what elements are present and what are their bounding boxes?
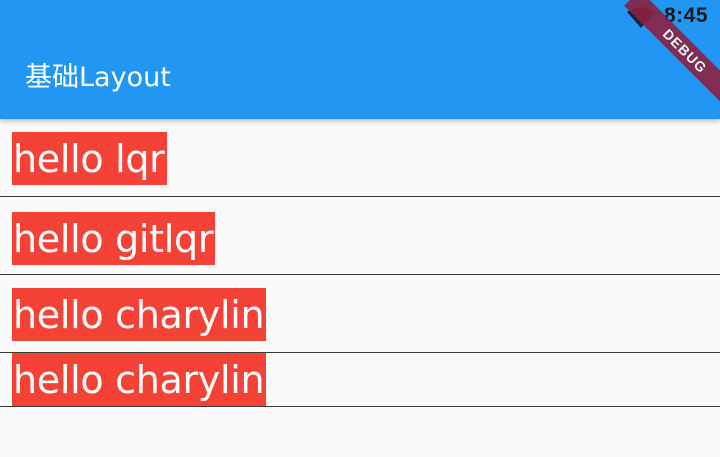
page-title: 基础Layout (25, 62, 171, 93)
debug-banner-label: DEBUG (624, 0, 720, 112)
list-item-label: hello charylin (12, 288, 267, 341)
list-item: hello lqr (0, 119, 720, 197)
list-item-label: hello lqr (12, 132, 167, 185)
debug-banner: DEBUG (600, 0, 720, 120)
list-item: hello gitlqr (0, 197, 720, 275)
list-item: hello charylin (0, 353, 720, 407)
list-item-label: hello charylin (12, 353, 267, 406)
list-item-label: hello gitlqr (12, 212, 216, 265)
app-screen: 8:45 基础Layout DEBUG hello lqr hello gitl… (0, 0, 720, 457)
list-item: hello charylin (0, 275, 720, 353)
